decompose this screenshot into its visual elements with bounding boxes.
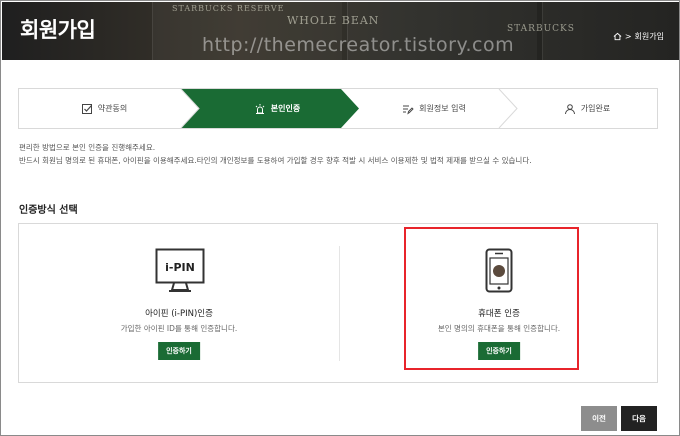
step-label: 회원정보 입력	[419, 104, 466, 113]
alarm-light-icon	[255, 103, 265, 114]
ipin-verify-button[interactable]: 인증하기	[158, 342, 200, 360]
section-title: 인증방식 선택	[19, 205, 78, 216]
watermark-url: http://themecreator.tistory.com	[202, 34, 515, 56]
signup-steps: 약관동의 본인인증 회원정보 입력 가입완료	[18, 88, 658, 129]
user-icon	[564, 103, 575, 114]
prev-button[interactable]: 이전	[581, 406, 617, 431]
step-complete: 가입완료	[517, 89, 657, 128]
method-title: 아이핀 (i-PIN)인증	[145, 309, 213, 319]
method-description: 가입한 아이핀 ID를 통해 인증합니다.	[120, 324, 238, 333]
breadcrumb-separator: >	[624, 32, 632, 41]
ipin-method: i-PIN 아이핀 (i-PIN)인증 가입한 아이핀 ID를 통해 인증합니다…	[19, 224, 339, 384]
step-member-info: 회원정보 입력	[359, 89, 509, 128]
step-label: 본인인증	[270, 104, 301, 113]
step-verification: 본인인증	[197, 89, 357, 128]
header-banner: WHOLE BEAN STARBUCKS RESERVE STARBUCKS 회…	[2, 2, 679, 60]
chalk-text: STARBUCKS	[507, 24, 575, 34]
ipin-monitor-icon: i-PIN	[155, 248, 205, 292]
breadcrumb: > 회원가입	[613, 31, 664, 42]
step-agreement: 약관동의	[19, 89, 189, 128]
step-label: 약관동의	[97, 104, 128, 113]
verification-description: 편리한 방법으로 본인 인증을 진행해주세요. 반드시 회원님 명의로 된 휴대…	[19, 141, 532, 167]
next-button[interactable]: 다음	[621, 406, 657, 431]
description-line: 편리한 방법으로 본인 인증을 진행해주세요.	[19, 143, 156, 152]
description-line: 반드시 회원님 명의로 된 휴대폰, 아이핀을 이용해주세요.타인의 개인정보를…	[19, 156, 532, 165]
breadcrumb-current: 회원가입	[634, 32, 664, 41]
edit-list-icon	[403, 105, 414, 115]
step-label: 가입완료	[580, 104, 611, 113]
chalk-text: WHOLE BEAN	[287, 14, 380, 27]
page-title: 회원가입	[20, 18, 96, 42]
chalk-text: STARBUCKS RESERVE	[172, 4, 285, 13]
checkbox-icon	[81, 103, 92, 114]
home-icon[interactable]	[613, 32, 622, 41]
ipin-icon-text: i-PIN	[165, 261, 195, 274]
selection-highlight	[404, 227, 579, 370]
signup-page: WHOLE BEAN STARBUCKS RESERVE STARBUCKS 회…	[0, 0, 680, 436]
